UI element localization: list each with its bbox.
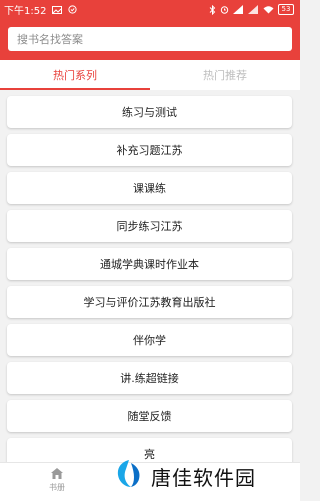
list-item-label: 同步练习江苏 bbox=[116, 220, 183, 233]
tab-hot-recommend-label: 热门推荐 bbox=[203, 69, 247, 82]
image-notification-icon bbox=[52, 5, 63, 14]
list-item-label: 伴你学 bbox=[133, 334, 166, 347]
list-item[interactable]: 学习与评价江苏教育出版社 bbox=[7, 286, 292, 318]
list-item[interactable]: 同步练习江苏 bbox=[7, 210, 292, 242]
signal-icon-2 bbox=[248, 5, 259, 14]
tab-bar: 热门系列 热门推荐 bbox=[0, 60, 300, 90]
home-icon bbox=[50, 467, 64, 482]
list-item-label: 练习与测试 bbox=[122, 106, 177, 119]
tab-hot-series[interactable]: 热门系列 bbox=[0, 60, 150, 90]
list-item[interactable]: 随堂反馈 bbox=[7, 400, 292, 432]
alarm-icon bbox=[220, 5, 229, 14]
list-item[interactable]: 练习与测试 bbox=[7, 96, 292, 128]
signal-icon-1 bbox=[233, 5, 244, 14]
battery-icon: 53 bbox=[278, 4, 294, 15]
search-placeholder: 搜书名找答案 bbox=[17, 33, 83, 46]
bluetooth-icon bbox=[209, 4, 216, 15]
list-item-label: 学习与评价江苏教育出版社 bbox=[83, 296, 216, 309]
status-time: 下午1:52 bbox=[4, 6, 47, 17]
watermark-text: 唐佳软件园 bbox=[151, 465, 256, 490]
wifi-icon bbox=[263, 5, 274, 14]
tab-hot-series-label: 热门系列 bbox=[53, 69, 97, 82]
list-item-label: 通城学典课时作业本 bbox=[100, 258, 199, 271]
list-item-label: 随堂反馈 bbox=[127, 410, 172, 423]
list-item[interactable]: 讲.练超链接 bbox=[7, 362, 292, 394]
header: 搜书名找答案 bbox=[0, 19, 300, 60]
list-item[interactable]: 补充习题江苏 bbox=[7, 134, 292, 166]
app-notification-icon bbox=[68, 5, 78, 14]
bottom-nav-bookshelf-label: 书册 bbox=[49, 483, 65, 492]
status-bar: 下午1:52 53 bbox=[0, 0, 300, 19]
list-item[interactable]: 通城学典课时作业本 bbox=[7, 248, 292, 280]
status-right: 53 bbox=[209, 4, 294, 15]
list-item[interactable]: 伴你学 bbox=[7, 324, 292, 356]
search-input[interactable]: 搜书名找答案 bbox=[8, 27, 292, 51]
bottom-nav-bookshelf[interactable]: 书册 bbox=[42, 467, 72, 499]
list-item-label: 补充习题江苏 bbox=[116, 144, 183, 157]
tab-hot-recommend[interactable]: 热门推荐 bbox=[150, 60, 300, 90]
status-left: 下午1:52 bbox=[4, 2, 78, 17]
list-item[interactable]: 课课练 bbox=[7, 172, 292, 204]
watermark-logo-icon bbox=[113, 458, 145, 494]
watermark: 唐佳软件园 bbox=[113, 455, 293, 497]
list-item-label: 课课练 bbox=[133, 182, 166, 195]
list-item-label: 讲.练超链接 bbox=[120, 372, 179, 385]
